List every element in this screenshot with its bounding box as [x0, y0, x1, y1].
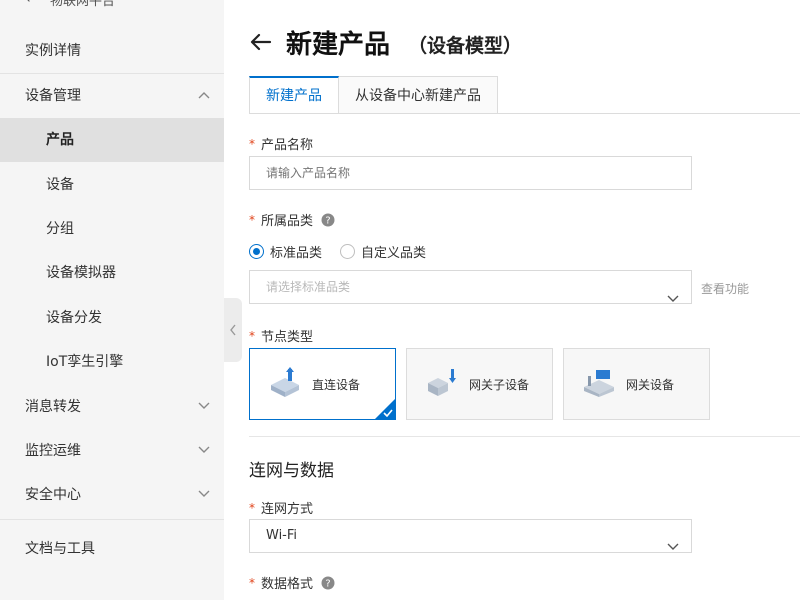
sidebar-item-label: 安全中心 — [25, 487, 81, 503]
tabs-divider — [249, 113, 800, 114]
required-marker: * — [249, 328, 255, 343]
svg-text:?: ? — [325, 578, 330, 589]
help-icon[interactable]: ? — [321, 213, 335, 227]
node-card-direct-device[interactable]: 直连设备 — [249, 348, 396, 420]
section-title-network: 连网与数据 — [249, 461, 334, 481]
product-name-label: * 产品名称 — [249, 134, 314, 154]
radio-standard-category[interactable] — [249, 244, 264, 259]
sidebar-item-devices[interactable]: 设备 — [0, 163, 224, 207]
sidebar-item-device-simulator[interactable]: 设备模拟器 — [0, 251, 224, 295]
sidebar-header[interactable]: ← 物联网平台 — [0, 0, 224, 9]
chevron-down-icon — [198, 385, 210, 429]
arrow-left-icon — [250, 33, 272, 51]
chevron-down-icon — [198, 429, 210, 473]
sidebar-item-label: 分组 — [46, 221, 74, 237]
sidebar-item-label: 实例详情 — [25, 43, 81, 59]
check-icon — [383, 409, 393, 417]
node-type-label: * 节点类型 — [249, 326, 314, 346]
chevron-down-icon — [667, 532, 679, 564]
radio-custom-category[interactable] — [340, 244, 356, 259]
main-content: 新建产品 （设备模型） 新建产品 从设备中心新建产品 * 产品名称 * 所属品类… — [224, 0, 800, 600]
network-method-label: * 连网方式 — [249, 498, 314, 518]
sidebar-item-label: 消息转发 — [25, 399, 81, 415]
sidebar-item-groups[interactable]: 分组 — [0, 207, 224, 251]
node-type-cards: 直连设备 网关子设备 网关设备 — [249, 348, 720, 420]
field-label-text: 产品名称 — [261, 138, 314, 153]
sidebar-item-label: 文档与工具 — [25, 541, 95, 557]
sidebar-header-title: 物联网平台 — [50, 0, 116, 9]
field-label-text: 连网方式 — [261, 502, 314, 517]
sidebar-item-docs-tools[interactable]: 文档与工具 — [0, 527, 224, 571]
sidebar-item-iot-twin-engine[interactable]: IoT孪生引擎 — [0, 340, 224, 384]
chevron-up-icon — [198, 74, 210, 118]
page-subtitle: （设备模型） — [408, 34, 523, 57]
tab-new-product[interactable]: 新建产品 — [249, 76, 339, 114]
node-card-gateway-subdevice[interactable]: 网关子设备 — [406, 348, 553, 420]
field-label-text: 节点类型 — [261, 330, 314, 345]
standard-category-select[interactable]: 请选择标准品类 — [249, 270, 692, 304]
sidebar-item-security-center[interactable]: 安全中心 — [0, 473, 224, 517]
gateway-device-icon — [582, 367, 616, 401]
required-marker: * — [249, 500, 255, 515]
view-function-link[interactable]: 查看功能 — [701, 280, 749, 297]
sidebar-item-label: 设备 — [46, 177, 74, 193]
tab-new-from-device-center[interactable]: 从设备中心新建产品 — [339, 76, 498, 114]
radio-label-custom[interactable]: 自定义品类 — [361, 242, 426, 261]
direct-device-icon — [268, 367, 302, 401]
card-label: 直连设备 — [312, 377, 361, 392]
network-method-select[interactable]: Wi-Fi — [249, 519, 692, 553]
tab-bar: 新建产品 从设备中心新建产品 — [249, 76, 498, 114]
product-name-input[interactable] — [249, 156, 692, 190]
sidebar-item-device-distribution[interactable]: 设备分发 — [0, 296, 224, 340]
sidebar: ← 物联网平台 实例详情 设备管理 产品 设备 分组 设备模拟器 设备分发 Io… — [0, 0, 224, 600]
field-label-text: 数据格式 — [261, 577, 314, 592]
category-radio-group: 标准品类 自定义品类 — [249, 242, 444, 261]
sidebar-item-monitoring-ops[interactable]: 监控运维 — [0, 429, 224, 473]
chevron-down-icon — [667, 283, 679, 315]
help-icon[interactable]: ? — [321, 576, 335, 590]
gateway-subdevice-icon — [425, 367, 459, 401]
field-label-text: 所属品类 — [261, 214, 314, 229]
category-label: * 所属品类 ? — [249, 210, 335, 229]
required-marker: * — [249, 136, 255, 151]
svg-text:?: ? — [325, 215, 330, 226]
sidebar-item-message-forwarding[interactable]: 消息转发 — [0, 385, 224, 429]
sidebar-item-label: 设备管理 — [25, 88, 81, 104]
data-format-label: * 数据格式 ? — [249, 573, 335, 592]
sidebar-item-label: 设备模拟器 — [46, 265, 116, 281]
sidebar-item-label: 产品 — [46, 132, 74, 148]
chevron-down-icon — [198, 473, 210, 517]
select-value: Wi-Fi — [266, 528, 298, 543]
card-label: 网关设备 — [626, 377, 675, 392]
sidebar-item-label: 监控运维 — [25, 443, 81, 459]
sidebar-divider — [0, 519, 224, 520]
radio-label-standard[interactable]: 标准品类 — [270, 242, 322, 261]
page-header: 新建产品 （设备模型） — [248, 22, 522, 62]
sidebar-item-device-management[interactable]: 设备管理 — [0, 74, 224, 118]
sidebar-item-label: 设备分发 — [46, 310, 102, 326]
back-button[interactable] — [248, 29, 274, 55]
required-marker: * — [249, 575, 255, 590]
card-label: 网关子设备 — [469, 377, 530, 392]
sidebar-item-products[interactable]: 产品 — [0, 118, 224, 162]
sidebar-item-instance-details[interactable]: 实例详情 — [0, 29, 224, 73]
select-placeholder: 请选择标准品类 — [266, 280, 351, 294]
required-marker: * — [249, 212, 255, 227]
node-card-gateway-device[interactable]: 网关设备 — [563, 348, 710, 420]
page-title: 新建产品 — [286, 29, 391, 60]
sidebar-item-label: IoT孪生引擎 — [46, 354, 124, 370]
back-arrow-icon[interactable]: ← — [26, 0, 37, 7]
section-divider — [249, 436, 800, 437]
